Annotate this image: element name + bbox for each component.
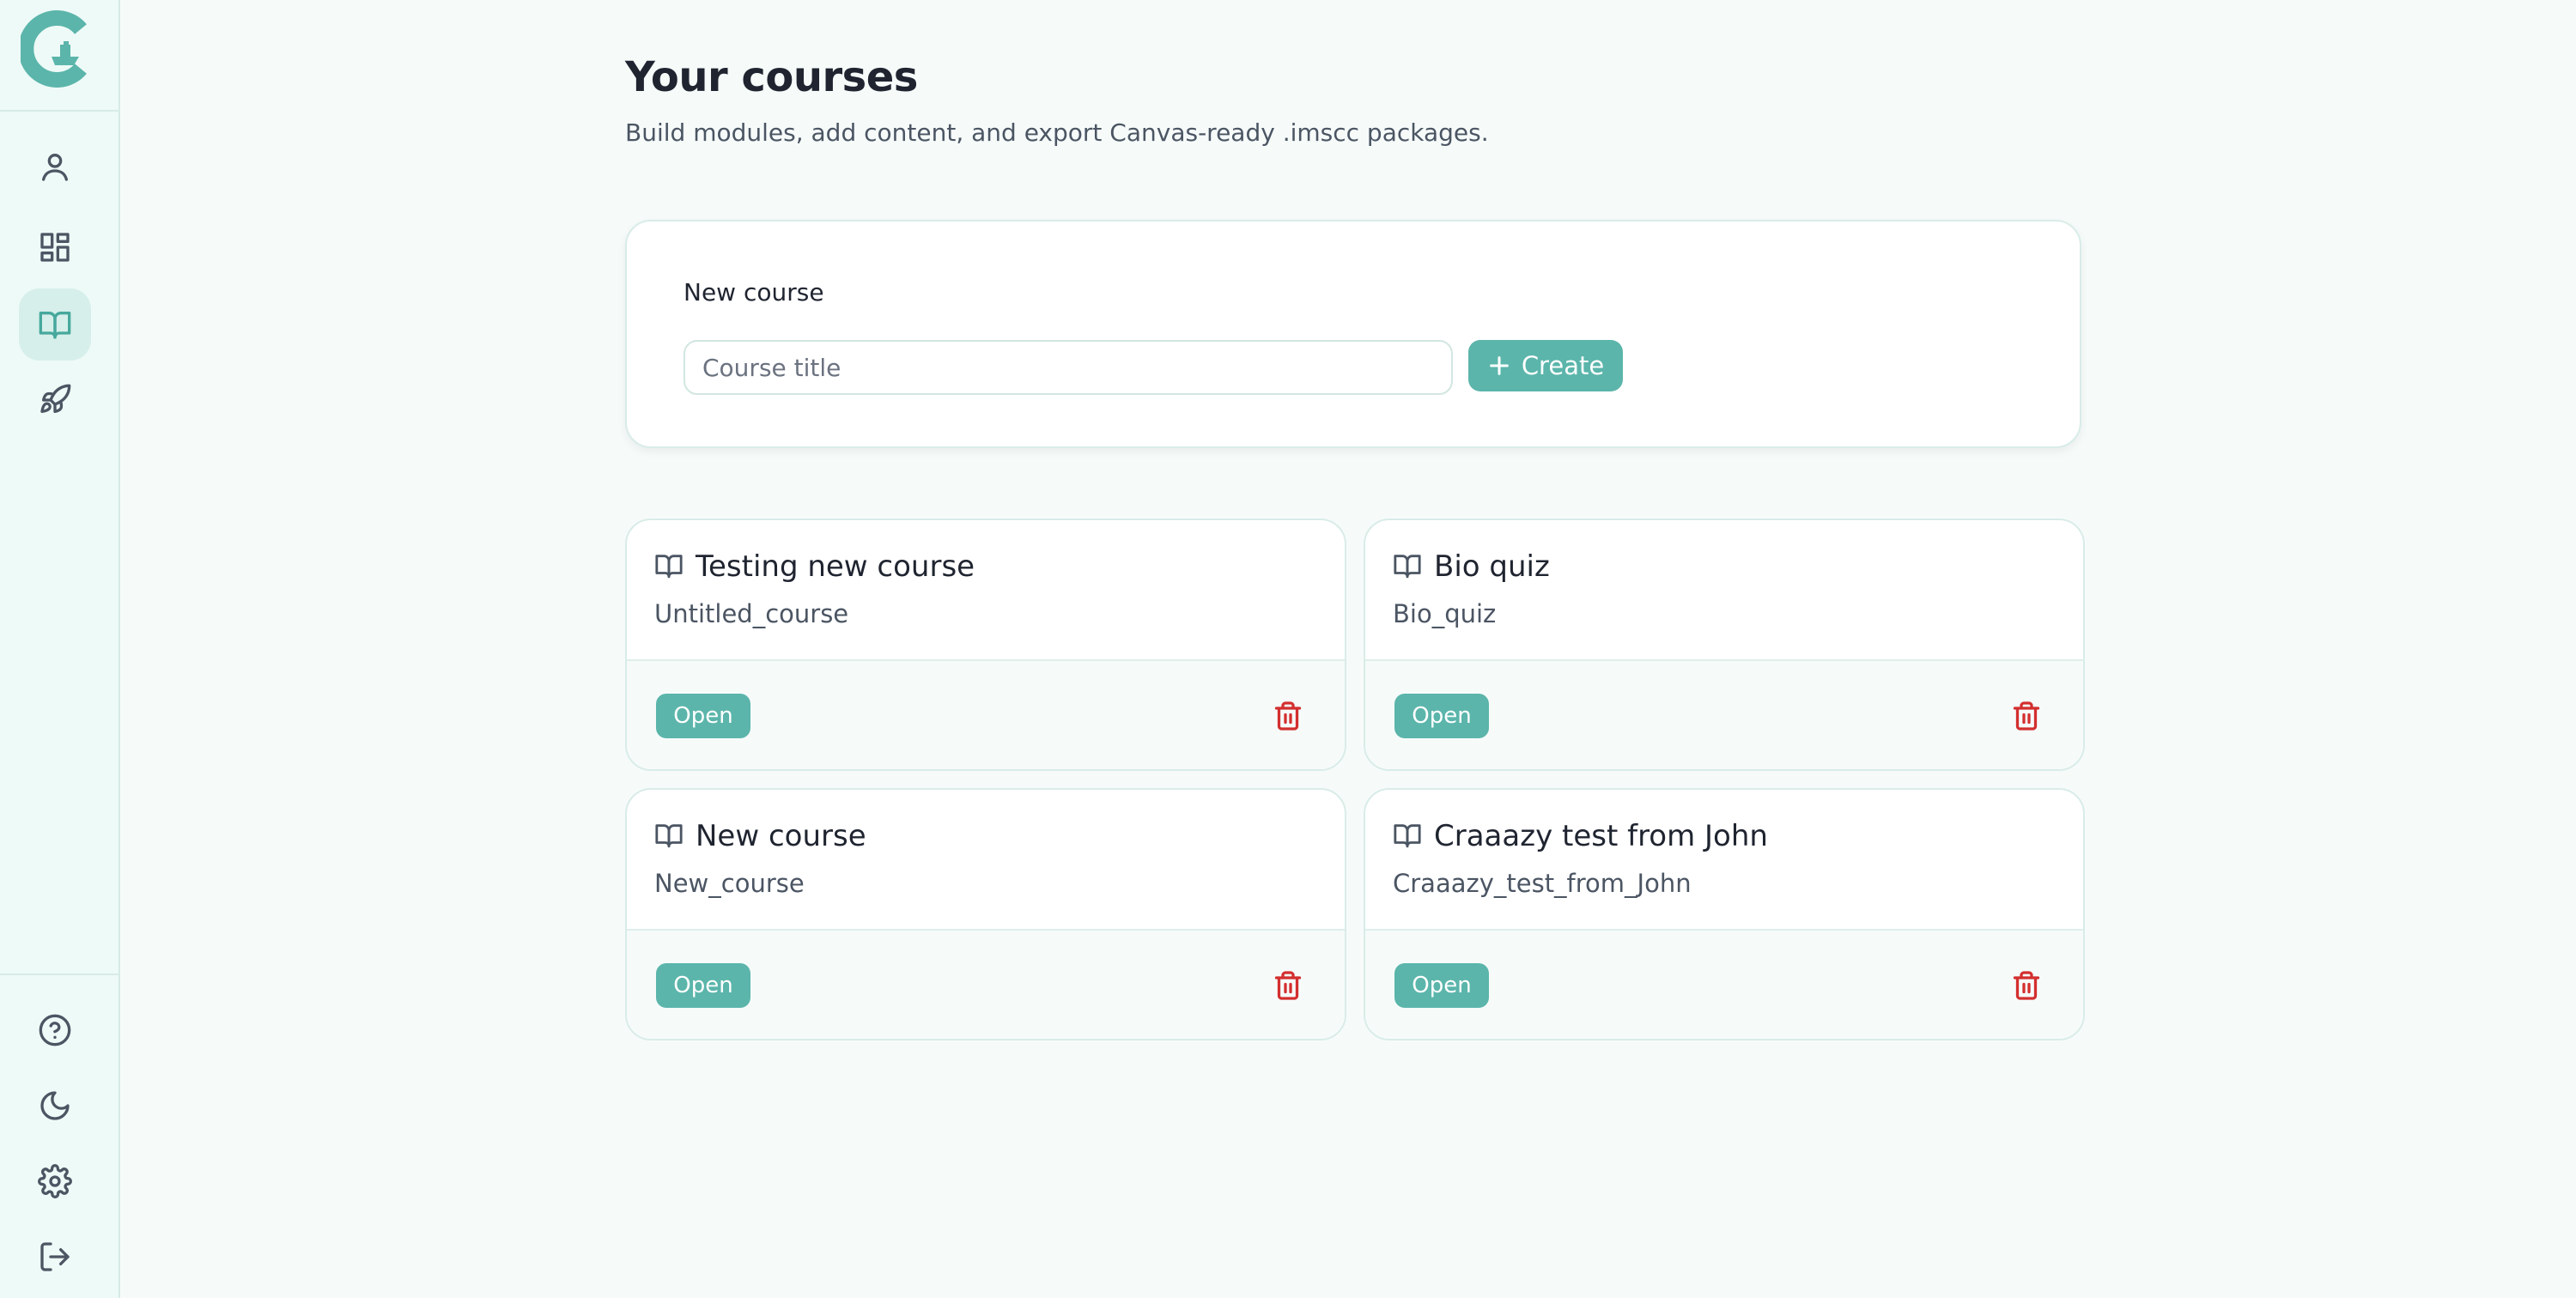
user-icon [42,154,69,181]
create-course-button[interactable]: Create [1468,340,1623,391]
logout-icon [40,1242,70,1271]
course-slug: Bio_quiz [1393,599,1497,628]
trash-icon [2013,701,2040,731]
book-icon [654,551,683,580]
course-card-header: Bio quiz Bio_quiz [1365,520,2083,659]
brand-logo[interactable] [18,9,91,88]
course-card-header: New course New_course [627,790,1345,929]
course-title: New course [696,819,866,853]
new-course-label: New course [683,278,824,306]
course-title: Bio quiz [1434,549,1550,584]
page-subtitle: Build modules, add content, and export C… [625,118,1489,147]
sidebar-divider-bottom [0,974,118,975]
sidebar-item-theme[interactable] [19,1070,91,1142]
new-course-card: New course Create [625,220,2081,448]
dashboard-grid-icon [40,233,70,262]
course-slug: Untitled_course [654,599,849,628]
course-card: New course New_course Open [625,788,1346,1040]
course-title-input[interactable] [683,340,1453,395]
book-icon [654,821,683,850]
course-card-header: Craaazy test from John Craaazy_test_from… [1365,790,2083,929]
course-title: Testing new course [696,549,975,584]
page-title: Your courses [625,53,918,101]
sidebar-item-courses[interactable] [19,288,91,361]
course-title: Craaazy test from John [1434,819,1768,853]
delete-course-button[interactable] [1273,701,1303,731]
sidebar-item-profile[interactable] [19,130,91,203]
sidebar-item-help[interactable] [19,994,91,1066]
sidebar-divider-top [0,110,118,112]
sidebar-item-launch[interactable] [19,364,91,436]
course-card: Bio quiz Bio_quiz Open [1364,519,2085,771]
moon-icon [40,1091,70,1120]
course-slug: New_course [654,869,805,898]
open-course-button[interactable]: Open [1394,963,1489,1008]
delete-course-button[interactable] [2011,970,2042,1001]
trash-icon [2013,971,2040,1000]
trash-icon [1274,971,1302,1000]
trash-icon [1274,701,1302,731]
delete-course-button[interactable] [1273,970,1303,1001]
open-course-button[interactable]: Open [656,694,750,738]
book-icon [1393,821,1422,850]
course-card: Craaazy test from John Craaazy_test_from… [1364,788,2085,1040]
course-card-footer: Open [627,929,1345,1039]
sidebar-item-dashboard[interactable] [19,211,91,283]
book-icon [1393,551,1422,580]
course-card: Testing new course Untitled_course Open [625,519,1346,771]
course-slug: Craaazy_test_from_John [1393,869,1692,898]
course-card-footer: Open [627,659,1345,769]
open-course-button[interactable]: Open [1394,694,1489,738]
rocket-icon [40,384,71,413]
course-card-header: Testing new course Untitled_course [627,520,1345,659]
sidebar-item-logout[interactable] [19,1221,91,1293]
course-card-footer: Open [1365,929,2083,1039]
create-button-label: Create [1521,351,1605,380]
course-card-footer: Open [1365,659,2083,769]
help-circle-icon [39,1014,71,1046]
delete-course-button[interactable] [2011,701,2042,731]
sidebar-item-settings[interactable] [19,1145,91,1217]
gear-icon [38,1164,72,1198]
book-open-icon [39,312,71,339]
plus-icon [1489,356,1509,375]
sidebar [0,0,120,1298]
open-course-button[interactable]: Open [656,963,750,1008]
